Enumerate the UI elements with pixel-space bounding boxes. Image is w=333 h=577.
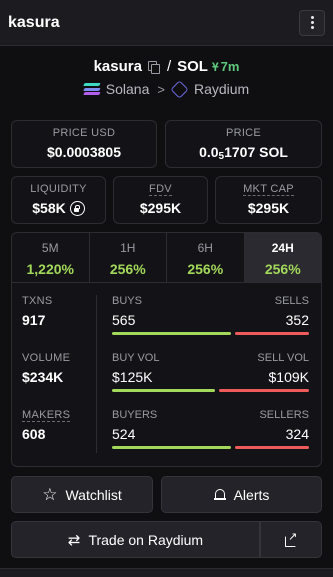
sellers-label: SELLERS xyxy=(259,409,309,421)
top-bar: kasura xyxy=(0,0,333,46)
watchlist-label: Watchlist xyxy=(65,486,122,503)
buys-value: 565 xyxy=(112,312,136,328)
raydium-logo-icon xyxy=(170,79,189,99)
sellers-value: 324 xyxy=(285,426,309,442)
bell-icon xyxy=(213,488,226,501)
buyers-label: BUYERS xyxy=(112,409,158,421)
sell-vol-value: $109K xyxy=(268,369,309,385)
market-cap-label-text[interactable]: MKT CAP xyxy=(243,183,294,196)
lock-icon[interactable] xyxy=(69,201,85,216)
volume-stat: VOLUME $234K xyxy=(22,352,70,385)
buy-vol-label: BUY VOL xyxy=(112,352,160,364)
fdv-value: $295K xyxy=(139,200,182,216)
star-icon: ☆ xyxy=(42,485,58,504)
buy-vol-value: $125K xyxy=(112,369,153,385)
pair-age: Ұ 7m xyxy=(212,59,239,74)
dex-name[interactable]: Raydium xyxy=(194,81,249,97)
price-usd-label: PRICE USD xyxy=(52,127,116,139)
timeframe-tabs: 5M 1,220% 1H 256% 6H 256% 24H 256% xyxy=(12,233,321,283)
volume-label: VOLUME xyxy=(22,352,71,364)
trade-on-raydium-button[interactable]: ⇄ Trade on Raydium xyxy=(11,521,260,558)
external-link-icon xyxy=(285,530,297,547)
tab-1h[interactable]: 1H 256% xyxy=(90,233,167,282)
buy-sell-volume-bar xyxy=(112,389,309,392)
tab-1h-change: 256% xyxy=(109,261,146,277)
buys-sells-bar xyxy=(112,332,309,335)
tab-6h-label: 6H xyxy=(197,241,213,255)
buy-sell-volume-row: BUY VOL SELL VOL $125K $109K xyxy=(112,352,309,392)
price-usd-card: PRICE USD $0.0003805 xyxy=(11,120,157,168)
sell-vol-bar-fill xyxy=(219,389,309,392)
txns-label: TXNS xyxy=(22,295,53,307)
liquidity-card: LIQUIDITY $58K xyxy=(11,176,106,224)
liquidity-value: $58K xyxy=(32,200,66,216)
tab-1h-label: 1H xyxy=(120,241,136,255)
pair-age-value: 7m xyxy=(220,59,240,74)
alerts-label: Alerts xyxy=(233,486,270,503)
sell-vol-label: SELL VOL xyxy=(257,352,309,364)
liquidity-value-row: $58K xyxy=(12,200,105,216)
price-sol-suffix: 1707 SOL xyxy=(224,144,288,160)
market-cap-card: MKT CAP $295K xyxy=(215,176,322,224)
buys-sells-row: BUYS SELLS 565 352 xyxy=(112,295,309,335)
buyers-value: 524 xyxy=(112,426,136,442)
buyers-sellers-bar xyxy=(112,446,309,449)
buys-label: BUYS xyxy=(112,295,142,307)
watchlist-button[interactable]: ☆ Watchlist xyxy=(11,476,153,513)
stats-divider xyxy=(96,295,97,453)
chevron-right-icon: > xyxy=(157,81,165,97)
tab-24h[interactable]: 24H 256% xyxy=(244,233,321,282)
price-sol-prefix: 0.0 xyxy=(199,144,219,160)
copy-icon[interactable] xyxy=(147,61,160,74)
makers-value: 608 xyxy=(22,426,46,442)
chain-name[interactable]: Solana xyxy=(106,81,150,97)
tab-24h-change: 256% xyxy=(264,261,301,277)
txns-stat: TXNS 917 xyxy=(22,295,53,328)
makers-label: MAKERS xyxy=(22,409,71,422)
buyers-sellers-row: BUYERS SELLERS 524 324 xyxy=(112,409,309,449)
price-usd-value: $0.0003805 xyxy=(47,144,121,160)
more-vertical-icon[interactable] xyxy=(299,9,325,36)
volume-value: $234K xyxy=(22,369,64,385)
market-cap-label: MKT CAP xyxy=(216,183,321,196)
price-sol-value: 0.051707 SOL xyxy=(166,144,321,162)
tab-24h-label: 24H xyxy=(271,241,294,255)
txns-value: 917 xyxy=(22,312,46,328)
trade-label: Trade on Raydium xyxy=(88,531,204,548)
pair-separator: / xyxy=(166,58,172,75)
fdv-card: FDV $295K xyxy=(113,176,208,224)
buyers-bar-fill xyxy=(112,446,232,449)
sells-value: 352 xyxy=(285,312,309,328)
makers-stat: MAKERS 608 xyxy=(22,409,71,442)
sellers-bar-fill xyxy=(235,446,309,449)
tab-5m-change: 1,220% xyxy=(26,261,74,277)
buy-vol-bar-fill xyxy=(112,389,216,392)
app-title: kasura xyxy=(8,13,60,31)
base-token-name: kasura xyxy=(93,58,142,75)
tab-5m[interactable]: 5M 1,220% xyxy=(12,233,90,282)
liquidity-label: LIQUIDITY xyxy=(30,183,87,195)
stats-body: TXNS 917 VOLUME $234K MAKERS 608 BUYS SE… xyxy=(12,283,321,466)
sells-label: SELLS xyxy=(274,295,309,307)
fdv-label-text[interactable]: FDV xyxy=(149,183,172,196)
stats-panel: 5M 1,220% 1H 256% 6H 256% 24H 256% TXNS … xyxy=(11,232,322,467)
market-cap-value: $295K xyxy=(247,200,290,216)
quote-token-name: SOL xyxy=(177,58,208,75)
buys-bar-fill xyxy=(112,332,231,335)
price-sol-card: PRICE 0.051707 SOL xyxy=(165,120,322,168)
solana-logo-icon xyxy=(83,83,101,95)
tab-6h[interactable]: 6H 256% xyxy=(167,233,245,282)
swap-arrows-icon: ⇄ xyxy=(67,531,81,549)
sprout-icon: Ұ xyxy=(211,59,219,74)
fdv-label: FDV xyxy=(114,183,207,196)
price-sol-label: PRICE xyxy=(225,127,262,139)
tab-6h-change: 256% xyxy=(187,261,224,277)
sells-bar-fill xyxy=(234,332,309,335)
open-external-button[interactable] xyxy=(260,521,322,558)
alerts-button[interactable]: Alerts xyxy=(161,476,322,513)
makers-label-text[interactable]: MAKERS xyxy=(22,409,71,422)
bottom-edge xyxy=(0,568,333,577)
tab-5m-label: 5M xyxy=(41,241,59,255)
